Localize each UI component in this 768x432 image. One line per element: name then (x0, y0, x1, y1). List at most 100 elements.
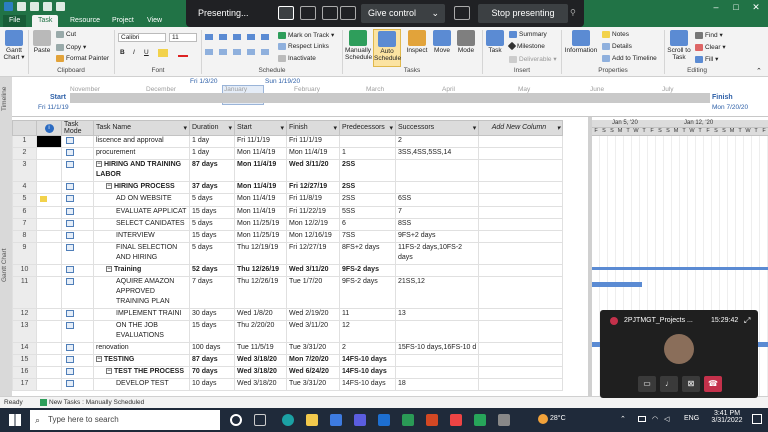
task-name-cell[interactable]: SELECT CANIDATES (93, 218, 190, 231)
table-row[interactable]: 3− HIRING AND TRAINING LABOR 87 days Mon 11… (12, 159, 564, 182)
progress-25-icon[interactable] (219, 34, 227, 40)
indicator-cell[interactable] (36, 147, 62, 160)
row-number[interactable]: 1 (12, 135, 37, 148)
row-number[interactable]: 17 (12, 378, 37, 391)
italic-button[interactable]: I (133, 49, 135, 56)
bold-button[interactable]: B (120, 49, 125, 56)
row-number[interactable]: 13 (12, 320, 37, 343)
timeline[interactable]: Timeline Fri 1/3/20 Sun 1/19/20 November… (0, 77, 768, 117)
add-new-column-cell[interactable] (478, 193, 564, 207)
tab-task[interactable]: Task (32, 15, 59, 27)
finish-cell[interactable]: Tue 3/31/20 (286, 342, 340, 355)
start-cell[interactable]: Wed 1/8/20 (234, 308, 287, 321)
edge-icon[interactable] (282, 414, 294, 426)
successors-cell[interactable] (394, 354, 480, 367)
row-number[interactable]: 16 (12, 366, 37, 379)
font-color-icon[interactable] (178, 49, 188, 57)
teams-icon[interactable] (354, 414, 366, 426)
indicator-cell[interactable] (36, 320, 62, 343)
task-mode-cell[interactable] (61, 366, 94, 379)
tab-file[interactable]: File (3, 15, 27, 27)
indicators-header[interactable]: i (36, 120, 62, 136)
duration-cell[interactable]: 1 day (189, 147, 235, 160)
indicator-cell[interactable] (36, 135, 62, 148)
hang-up-icon[interactable]: ☎ (704, 376, 722, 392)
microphone-icon[interactable]: ♩ (660, 376, 678, 392)
duration-cell[interactable]: 15 days (189, 320, 235, 343)
dropdown-arrow-icon[interactable]: ▾ (228, 124, 232, 132)
gantt-chart-button[interactable]: Gantt Chart ▾ (2, 30, 26, 61)
details-button[interactable]: Details (602, 43, 632, 50)
row-number[interactable]: 10 (12, 264, 37, 277)
table-row[interactable]: 15− TESTING 87 days Wed 3/18/20 Mon 7/20/20 1… (12, 354, 564, 367)
finish-cell[interactable]: Fri 12/27/19 (286, 242, 340, 265)
duration-cell[interactable]: 100 days (189, 342, 235, 355)
annotate-icon[interactable] (454, 6, 470, 20)
table-row[interactable]: 6 EVALUATE APPLICAT 15 days Mon 11/4/19 Fri … (12, 206, 564, 219)
predecessors-cell[interactable]: 1 (339, 147, 396, 160)
indicator-cell[interactable] (36, 242, 62, 265)
predecessors-cell[interactable] (339, 135, 396, 148)
fill-button[interactable]: Fill ▾ (695, 55, 718, 63)
task-mode-cell[interactable] (61, 320, 94, 343)
add-new-column-cell[interactable] (478, 342, 564, 355)
successors-header[interactable]: Successors ▾ (394, 120, 480, 136)
customize-qat-icon[interactable] (56, 2, 65, 11)
finish-cell[interactable]: Mon 12/16/19 (286, 230, 340, 243)
weather-icon[interactable] (538, 414, 548, 424)
add-new-column-cell[interactable] (478, 206, 564, 219)
table-row[interactable]: 4− HIRING PROCESS 37 days Mon 11/4/19 Fri 12… (12, 181, 564, 194)
progress-0-icon[interactable] (205, 34, 213, 40)
maximize-icon[interactable]: □ (726, 0, 746, 14)
insert-task-button[interactable]: Task (485, 30, 505, 54)
gantt-task-bar[interactable] (592, 282, 642, 287)
wifi-icon[interactable]: ◠ (652, 415, 658, 423)
successors-cell[interactable]: 7 (394, 206, 480, 219)
task-view-icon[interactable] (254, 414, 266, 426)
task-mode-cell[interactable] (61, 230, 94, 243)
row-number[interactable]: 14 (12, 342, 37, 355)
row-number[interactable]: 4 (12, 181, 37, 194)
successors-cell[interactable]: 11FS-2 days,10FS-2 days (394, 242, 480, 265)
inactivate-button[interactable]: Inactivate (278, 55, 316, 62)
paste-button[interactable]: Paste (31, 30, 53, 54)
predecessors-cell[interactable]: 2SS (339, 159, 396, 182)
indicator-cell[interactable] (36, 264, 62, 277)
add-new-column-cell[interactable] (478, 218, 564, 231)
duration-cell[interactable]: 70 days (189, 366, 235, 379)
manually-schedule-button[interactable]: Manually Schedule (345, 30, 372, 61)
indicator-cell[interactable] (36, 159, 62, 182)
add-new-column-cell[interactable] (478, 230, 564, 243)
store-icon[interactable] (330, 414, 342, 426)
task-name-cell[interactable]: AD ON WEBSITE (93, 193, 190, 207)
finish-cell[interactable]: Mon 11/4/19 (286, 147, 340, 160)
task-name-cell[interactable]: INTERVIEW (93, 230, 190, 243)
new-tasks-status[interactable]: New Tasks : Manually Scheduled (40, 397, 144, 408)
gantt-summary-bar[interactable] (592, 267, 768, 270)
progress-50-icon[interactable] (233, 34, 241, 40)
start-cell[interactable]: Tue 11/5/19 (234, 342, 287, 355)
duration-cell[interactable]: 87 days (189, 354, 235, 367)
add-new-column-cell[interactable] (478, 181, 564, 194)
start-cell[interactable]: Mon 11/4/19 (234, 181, 287, 194)
project-icon[interactable] (474, 414, 486, 426)
start-header[interactable]: Start ▾ (234, 120, 287, 136)
link-icon[interactable] (233, 49, 241, 55)
finish-cell[interactable]: Tue 1/7/20 (286, 276, 340, 309)
duration-cell[interactable]: 7 days (189, 276, 235, 309)
start-cell[interactable]: Mon 11/4/19 (234, 206, 287, 219)
start-cell[interactable]: Fri 11/1/19 (234, 135, 287, 148)
timeline-bar[interactable] (70, 93, 710, 103)
table-row[interactable]: 5 AD ON WEBSITE 5 days Mon 11/4/19 Fri 11/8/… (12, 193, 564, 207)
inspect-button[interactable]: Inspect (405, 30, 429, 54)
row-number[interactable]: 2 (12, 147, 37, 160)
indicator-cell[interactable] (36, 342, 62, 355)
start-cell[interactable]: Wed 3/18/20 (234, 378, 287, 391)
task-mode-cell[interactable] (61, 264, 94, 277)
indicator-cell[interactable] (36, 218, 62, 231)
clock[interactable]: 3:41 PM 3/31/2022 (705, 410, 749, 424)
indicator-cell[interactable] (36, 354, 62, 367)
view-monitor-icon[interactable] (340, 6, 356, 20)
font-size-select[interactable]: 11 (169, 33, 197, 42)
successors-cell[interactable]: 2 (394, 135, 480, 148)
